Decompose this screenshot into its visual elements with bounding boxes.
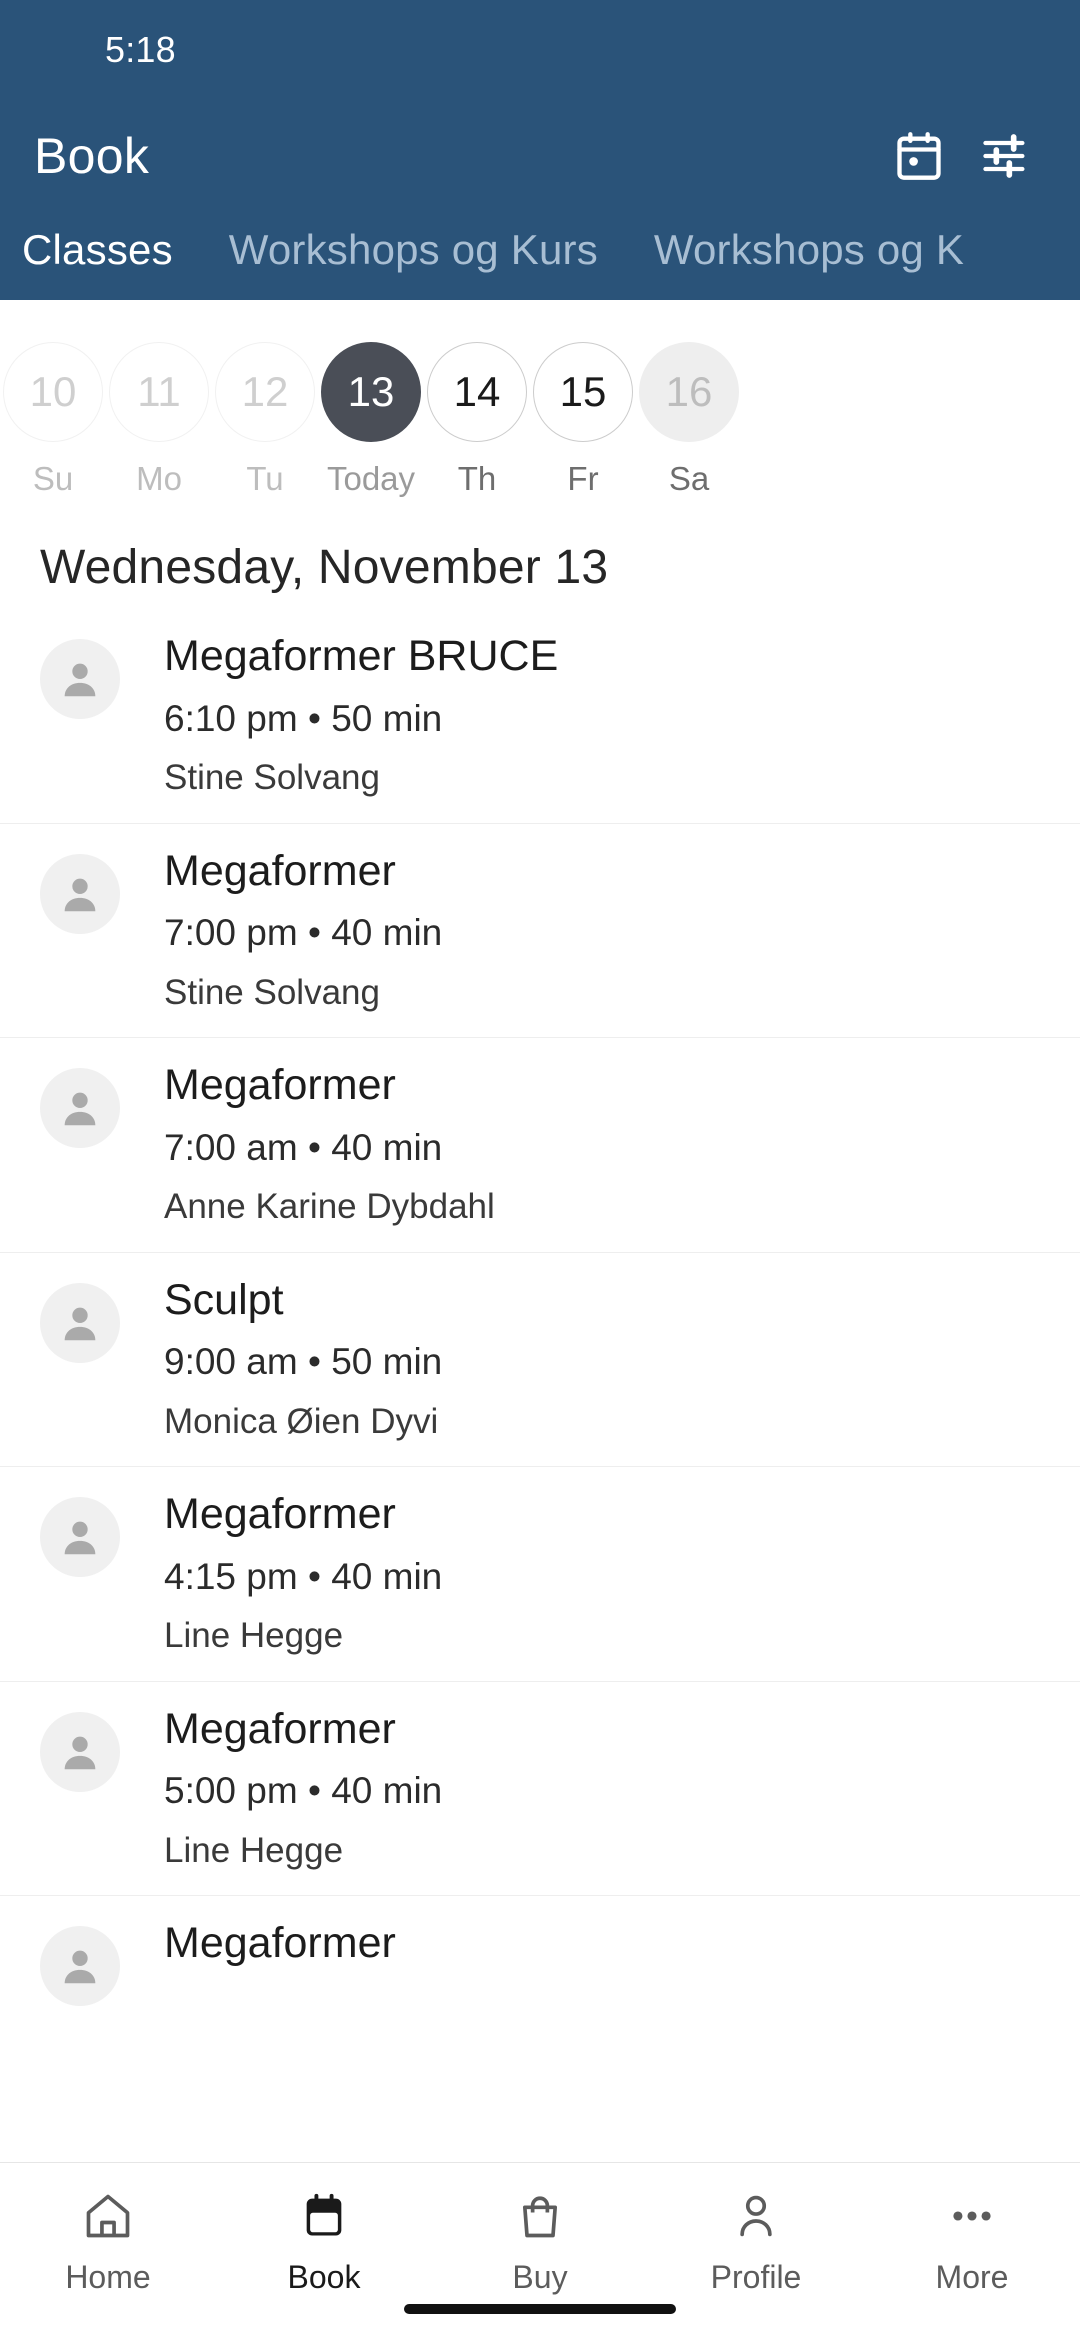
nav-label: Profile — [710, 2259, 802, 2295]
app-header: 5:18 Book Classes Workshops og Kurs Work… — [0, 0, 1080, 300]
calendar-icon — [298, 2185, 350, 2247]
class-name: Megaformer — [164, 1919, 396, 1968]
date-cell-11[interactable]: 11 Mo — [107, 342, 211, 498]
nav-item-home[interactable]: Home — [0, 2185, 216, 2296]
nav-label: More — [935, 2259, 1009, 2295]
avatar-placeholder-icon — [40, 853, 120, 934]
date-number: 15 — [533, 342, 633, 442]
class-info: Sculpt 9:00 am • 50 min Monica Øien Dyvi — [164, 1275, 442, 1443]
app-bar: Book — [0, 100, 1080, 212]
date-weekday: Sa — [668, 460, 710, 497]
class-info: Megaformer — [164, 1918, 396, 1969]
date-weekday: Th — [457, 460, 497, 497]
date-number: 13 — [321, 342, 421, 442]
person-icon — [730, 2185, 782, 2247]
class-info: Megaformer BRUCE 6:10 pm • 50 min Stine … — [164, 631, 558, 799]
app-bar-actions — [890, 127, 1034, 185]
tab-classes[interactable]: Classes — [22, 226, 173, 300]
home-indicator[interactable] — [404, 2304, 676, 2314]
selected-day-title: Wednesday, November 13 — [40, 541, 609, 594]
class-list-item[interactable]: Megaformer 4:15 pm • 40 min Line Hegge — [0, 1466, 1080, 1681]
class-time-duration: 4:15 pm • 40 min — [164, 1555, 443, 1597]
nav-item-more[interactable]: More — [864, 2185, 1080, 2296]
page-title: Book — [34, 128, 150, 184]
status-bar: 5:18 — [0, 0, 1080, 100]
avatar-placeholder-icon — [40, 1068, 120, 1149]
class-list-item-partial[interactable]: Megaformer — [0, 1895, 1080, 2039]
date-cell-13-today[interactable]: 13 Today — [319, 342, 423, 498]
date-number: 16 — [639, 342, 739, 442]
class-name: Megaformer BRUCE — [164, 632, 559, 680]
avatar-placeholder-icon — [40, 639, 120, 719]
class-instructor: Stine Solvang — [164, 758, 380, 798]
class-instructor: Anne Karine Dybdahl — [164, 1187, 495, 1227]
date-cell-10[interactable]: 10 Su — [1, 342, 105, 498]
date-weekday: Tu — [246, 460, 284, 497]
class-list-item[interactable]: Megaformer BRUCE 6:10 pm • 50 min Stine … — [0, 621, 1080, 823]
nav-item-buy[interactable]: Buy — [432, 2185, 648, 2296]
class-list-item[interactable]: Megaformer 7:00 am • 40 min Anne Karine … — [0, 1037, 1080, 1252]
nav-label: Home — [65, 2259, 151, 2295]
shopping-bag-icon — [514, 2185, 566, 2247]
nav-label: Buy — [512, 2259, 568, 2295]
date-cell-12[interactable]: 12 Tu — [213, 342, 317, 498]
date-number: 14 — [427, 342, 527, 442]
class-instructor: Monica Øien Dyvi — [164, 1401, 439, 1441]
date-number: 12 — [215, 342, 315, 442]
class-time-duration: 7:00 pm • 40 min — [164, 912, 443, 954]
avatar-placeholder-icon — [40, 1711, 120, 1792]
class-time-duration: 7:00 am • 40 min — [164, 1126, 443, 1168]
class-instructor: Line Hegge — [164, 1830, 344, 1870]
class-list-item[interactable]: Megaformer 7:00 pm • 40 min Stine Solvan… — [0, 822, 1080, 1038]
tab-workshops-og-kurs[interactable]: Workshops og Kurs — [229, 226, 598, 300]
avatar-placeholder-icon — [40, 1497, 120, 1578]
status-bar-time: 5:18 — [105, 29, 176, 70]
date-weekday: Mo — [136, 460, 182, 497]
class-time-duration: 9:00 am • 50 min — [164, 1341, 443, 1383]
nav-label: Book — [287, 2259, 361, 2295]
home-icon — [82, 2185, 134, 2247]
date-number: 10 — [3, 342, 103, 442]
class-info: Megaformer 7:00 am • 40 min Anne Karine … — [164, 1060, 495, 1228]
class-name: Megaformer — [164, 1490, 396, 1539]
tab-workshops-og-kurs-2[interactable]: Workshops og K — [654, 226, 964, 300]
app-root: 5:18 Book Classes Workshops og Kurs Work… — [0, 0, 1080, 2340]
date-cell-15[interactable]: 15 Fr — [531, 342, 635, 498]
class-info: Megaformer 7:00 pm • 40 min Stine Solvan… — [164, 846, 442, 1014]
class-time-duration: 6:10 pm • 50 min — [164, 697, 443, 739]
class-name: Sculpt — [164, 1275, 284, 1324]
class-info: Megaformer 4:15 pm • 40 min Line Hegge — [164, 1489, 442, 1657]
date-number: 11 — [109, 342, 209, 442]
class-name: Megaformer — [164, 1704, 396, 1753]
date-weekday: Fr — [567, 460, 599, 497]
calendar-event-icon[interactable] — [890, 127, 948, 185]
date-weekday: Su — [32, 460, 74, 497]
class-name: Megaformer — [164, 1061, 396, 1110]
tab-bar: Classes Workshops og Kurs Workshops og K — [0, 212, 1080, 300]
date-weekday: Today — [326, 460, 416, 497]
filter-sliders-icon[interactable] — [976, 127, 1034, 185]
class-info: Megaformer 5:00 pm • 40 min Line Hegge — [164, 1704, 442, 1872]
class-instructor: Stine Solvang — [164, 972, 380, 1012]
date-cell-14[interactable]: 14 Th — [425, 342, 529, 498]
date-cell-16[interactable]: 16 Sa — [637, 342, 741, 498]
class-list-scroll-area[interactable]: Wednesday, November 13 Megaformer BRUCE … — [0, 508, 1080, 2162]
class-time-duration: 5:00 pm • 40 min — [164, 1770, 443, 1812]
date-strip[interactable]: 10 Su 11 Mo 12 Tu 13 Today 14 Th 15 Fr 1… — [0, 300, 1080, 508]
class-instructor: Line Hegge — [164, 1616, 344, 1656]
nav-item-profile[interactable]: Profile — [648, 2185, 864, 2296]
class-name: Megaformer — [164, 846, 396, 895]
avatar-placeholder-icon — [40, 1282, 120, 1363]
class-list-item[interactable]: Sculpt 9:00 am • 50 min Monica Øien Dyvi — [0, 1251, 1080, 1467]
nav-item-book[interactable]: Book — [216, 2185, 432, 2296]
avatar-placeholder-icon — [40, 1926, 120, 2007]
class-list-item[interactable]: Megaformer 5:00 pm • 40 min Line Hegge — [0, 1680, 1080, 1896]
ellipsis-icon — [946, 2185, 998, 2247]
